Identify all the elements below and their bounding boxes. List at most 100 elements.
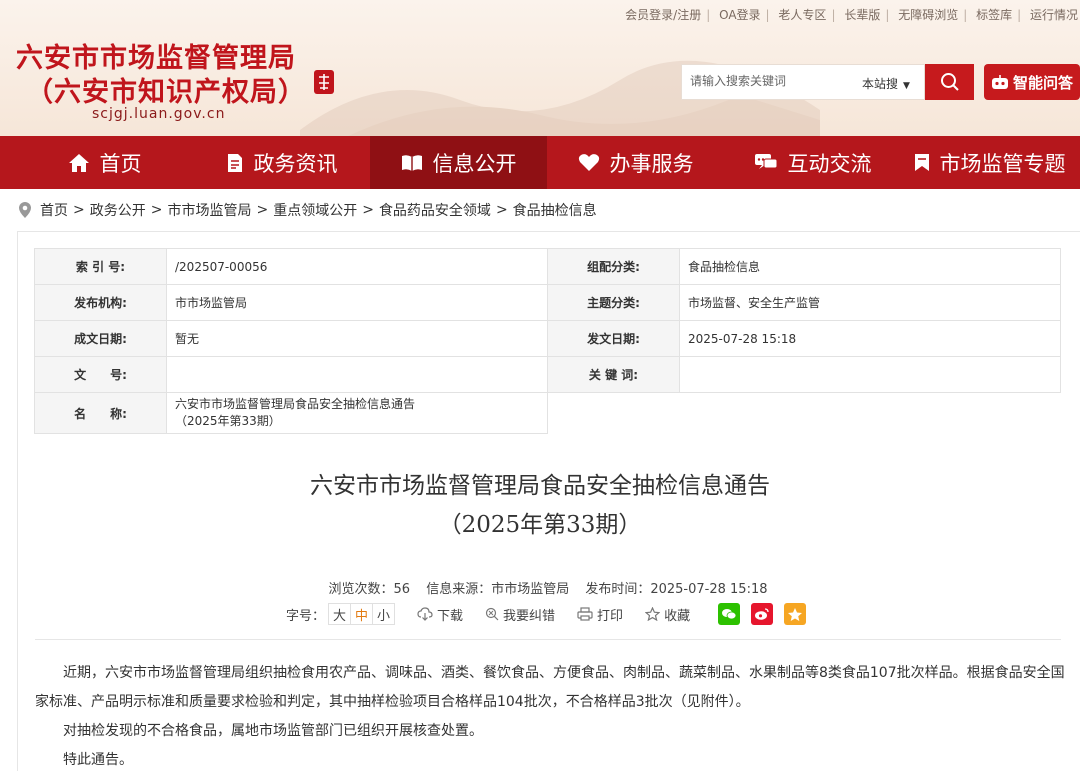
nav-interaction[interactable]: 互动交流 — [724, 136, 901, 189]
wechat-share-icon[interactable] — [718, 603, 741, 625]
category-value: 食品抽检信息 — [679, 248, 1061, 285]
issued-date-value: 2025-07-28 15:18 — [679, 320, 1061, 357]
site-header: 会员登录/注册 | OA登录 | 老人专区 | 长辈版 | 无障碍浏览 | 标签库 | 运行… — [0, 0, 1080, 136]
topic-value: 市场监督、安全生产监管 — [679, 284, 1061, 321]
publisher-value: 市市场监管局 — [166, 284, 548, 321]
home-icon — [68, 153, 89, 172]
print-button[interactable]: 打印 — [577, 605, 623, 624]
index-label: 索 引 号: — [34, 248, 167, 285]
created-date-label: 成文日期: — [34, 320, 167, 357]
print-label: 打印 — [597, 608, 624, 624]
top-links: 会员登录/注册 | OA登录 | 老人专区 | 长辈版 | 无障碍浏览 | 标签库 | 运行… — [625, 8, 1078, 22]
bookmark-icon — [914, 154, 929, 171]
name-value-line2: （2025年第33期） — [175, 414, 281, 428]
font-size-small[interactable]: 小 — [372, 603, 396, 625]
nav-info-disclosure[interactable]: 信息公开 — [370, 136, 547, 189]
oa-login-link[interactable]: OA登录 — [719, 8, 760, 22]
name-value-line1: 六安市市场监督管理局食品安全抽检信息通告 — [175, 397, 416, 411]
nav-label: 市场监管专题 — [939, 151, 1066, 176]
ai-qa-button[interactable]: 智能问答 — [984, 64, 1080, 100]
elderly-zone-link[interactable]: 老人专区 — [778, 8, 826, 22]
font-size-large[interactable]: 大 — [328, 603, 352, 625]
metadata-row: 文 号: 关 键 词: — [34, 356, 1061, 393]
document-icon — [227, 153, 242, 172]
publish-time: 发布时间：2025-07-28 15:18 — [585, 582, 768, 597]
favorite-label: 收藏 — [664, 608, 691, 624]
font-size-medium[interactable]: 中 — [350, 603, 374, 625]
search-scope-label: 本站搜 — [862, 77, 899, 91]
heart-icon — [578, 154, 599, 171]
search-icon — [940, 73, 959, 91]
metadata-table: 索 引 号: /202507-00056 组配分类: 食品抽检信息 发布机构: … — [34, 248, 1061, 434]
nav-label: 互动交流 — [787, 151, 872, 176]
created-date-value: 暂无 — [166, 320, 548, 357]
index-value: /202507-00056 — [166, 248, 548, 285]
nav-label: 首页 — [99, 151, 142, 176]
divider — [35, 639, 1061, 640]
location-pin-icon — [19, 202, 31, 218]
breadcrumb-key-areas[interactable]: 重点领域公开 — [273, 200, 357, 220]
name-label: 名 称: — [34, 392, 167, 434]
ai-qa-label: 智能问答 — [1012, 73, 1073, 92]
login-link[interactable]: 会员登录/注册 — [625, 8, 701, 22]
download-button[interactable]: 下载 — [417, 605, 463, 624]
qzone-share-icon[interactable] — [784, 603, 807, 625]
doc-number-label: 文 号: — [34, 356, 167, 393]
name-value: 六安市市场监督管理局食品安全抽检信息通告 （2025年第33期） — [166, 392, 548, 434]
breadcrumb-home[interactable]: 首页 — [40, 200, 68, 220]
metadata-row: 发布机构: 市市场监管局 主题分类: 市场监督、安全生产监管 — [34, 284, 1061, 321]
seal-icon — [314, 70, 334, 94]
view-count: 浏览次数：56 — [328, 582, 411, 597]
breadcrumb-bureau[interactable]: 市市场监管局 — [167, 200, 251, 220]
site-domain: scjgj.luan.gov.cn — [92, 106, 226, 122]
category-label: 组配分类: — [547, 248, 680, 285]
breadcrumb-food-inspection[interactable]: 食品抽检信息 — [513, 200, 597, 220]
nav-news[interactable]: 政务资讯 — [193, 136, 370, 189]
breadcrumb-gov-affairs[interactable]: 政务公开 — [90, 200, 146, 220]
report-error-label: 我要纠错 — [503, 608, 556, 624]
weibo-share-icon[interactable] — [751, 603, 774, 625]
search-scope-select[interactable]: 本站搜 ▼ — [862, 75, 910, 92]
chevron-down-icon: ▼ — [903, 81, 910, 91]
font-size-label: 字号： — [286, 608, 326, 624]
nav-label: 政务资讯 — [253, 151, 338, 176]
document-info: 浏览次数：56 信息来源：市市场监管局 发布时间：2025-07-28 15:1… — [0, 578, 1080, 597]
nav-home[interactable]: 首页 — [16, 136, 193, 189]
star-outline-icon — [645, 607, 661, 621]
body-paragraph: 对抽检发现的不合格食品，属地市场监管部门已组织开展核查处置。 — [63, 723, 483, 739]
report-error-button[interactable]: 我要纠错 — [485, 605, 555, 624]
topic-label: 主题分类: — [547, 284, 680, 321]
keywords-value — [679, 356, 1061, 393]
keywords-label: 关 键 词: — [547, 356, 680, 393]
breadcrumb-food-drug[interactable]: 食品药品安全领域 — [379, 200, 491, 220]
search-box: 本站搜 ▼ — [681, 64, 925, 100]
site-title-line2[interactable]: （六安市知识产权局） — [26, 70, 306, 109]
search-input[interactable] — [690, 74, 850, 88]
operation-status-link[interactable]: 运行情况 — [1030, 8, 1078, 22]
body-paragraph: 近期，六安市市场监督管理局组织抽检食用农产品、调味品、酒类、餐饮食品、方便食品、… — [35, 665, 1065, 710]
body-paragraph: 特此通告。 — [63, 752, 133, 768]
favorite-button[interactable]: 收藏 — [645, 605, 690, 624]
document-subtitle: （2025年第33期） — [438, 512, 642, 538]
font-size-switcher: 大 中 小 — [328, 603, 396, 625]
accessibility-link[interactable]: 无障碍浏览 — [898, 8, 958, 22]
document-title: 六安市市场监督管理局食品安全抽检信息通告 — [310, 473, 770, 499]
nav-label: 办事服务 — [609, 151, 694, 176]
nav-services[interactable]: 办事服务 — [547, 136, 724, 189]
nav-label: 信息公开 — [432, 151, 517, 176]
chat-icon — [754, 154, 777, 169]
book-icon — [401, 154, 422, 171]
metadata-row: 成文日期: 暂无 发文日期: 2025-07-28 15:18 — [34, 320, 1061, 357]
tag-library-link[interactable]: 标签库 — [976, 8, 1012, 22]
publisher-label: 发布机构: — [34, 284, 167, 321]
elder-version-link[interactable]: 长辈版 — [844, 8, 880, 22]
breadcrumb: 首页 > 政务公开 > 市市场监管局 > 重点领域公开 > 食品药品安全领域 > 食品抽检… — [18, 200, 597, 220]
metadata-row: 名 称: 六安市市场监督管理局食品安全抽检信息通告 （2025年第33期） — [34, 392, 1061, 434]
correction-icon — [485, 607, 499, 621]
issued-date-label: 发文日期: — [547, 320, 680, 357]
main-nav: 首页 政务资讯 信息公开 办事服务 互动交流 市场监管专题 — [0, 136, 1080, 189]
nav-market-topics[interactable]: 市场监管专题 — [901, 136, 1078, 189]
doc-number-value — [166, 356, 548, 393]
search-button[interactable] — [925, 64, 974, 100]
info-source: 信息来源：市市场监管局 — [426, 582, 570, 597]
